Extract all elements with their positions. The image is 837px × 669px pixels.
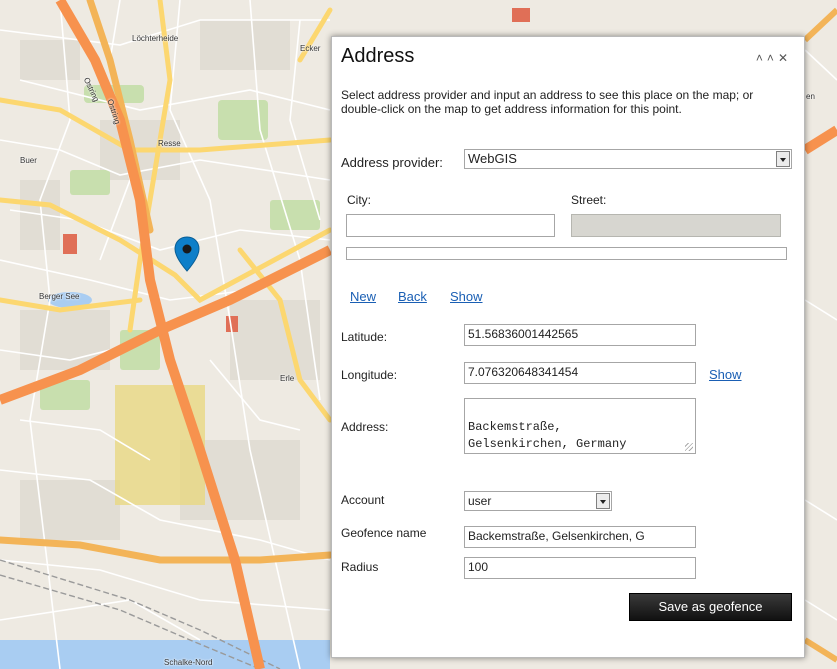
- address-value: Backemstraße, Gelsenkirchen, Germany: [468, 420, 627, 451]
- new-link[interactable]: New: [350, 289, 376, 304]
- address-dialog: Address ˄˄✕ Select address provider and …: [331, 36, 805, 658]
- dropdown-arrow-icon[interactable]: [596, 493, 610, 509]
- provider-label: Address provider:: [341, 155, 443, 170]
- map-label-berger-see: Berger See: [39, 292, 80, 301]
- dialog-title: Address: [341, 45, 415, 67]
- dropdown-arrow-icon[interactable]: [776, 151, 790, 167]
- provider-value: WebGIS: [468, 151, 517, 166]
- map-label-resse: Resse: [158, 139, 181, 148]
- save-geofence-button[interactable]: Save as geofence: [629, 593, 792, 621]
- radius-label: Radius: [341, 560, 379, 574]
- latitude-label: Latitude:: [341, 330, 388, 344]
- latitude-input[interactable]: 51.56836001442565: [464, 324, 696, 346]
- city-label: City:: [347, 193, 371, 207]
- longitude-show-link[interactable]: Show: [709, 367, 742, 382]
- map-label-buer: Buer: [20, 156, 37, 165]
- dialog-controls: ˄˄✕: [756, 51, 792, 65]
- geofence-name-input[interactable]: Backemstraße, Gelsenkirchen, G: [464, 526, 696, 548]
- provider-select[interactable]: WebGIS: [464, 149, 792, 169]
- account-label: Account: [341, 493, 385, 507]
- account-value: user: [468, 494, 492, 508]
- street-input: [571, 214, 781, 237]
- double-chevron-up-icon[interactable]: ˄˄: [756, 51, 778, 65]
- address-label: Address:: [341, 420, 389, 434]
- address-textarea[interactable]: Backemstraße, Gelsenkirchen, Germany: [464, 398, 696, 454]
- radius-input[interactable]: 100: [464, 557, 696, 579]
- address-suggestions-list[interactable]: [346, 247, 787, 260]
- city-input[interactable]: [346, 214, 555, 237]
- map-label-lochterheide: Löchterheide: [132, 34, 179, 43]
- map-label-right-edge: en: [806, 92, 815, 101]
- map-label-bottom: Schalke-Nord: [164, 658, 213, 667]
- longitude-input[interactable]: 7.076320648341454: [464, 362, 696, 384]
- dialog-description: Select address provider and input an add…: [341, 88, 754, 116]
- account-select[interactable]: user: [464, 491, 612, 511]
- location-marker-icon[interactable]: [174, 236, 200, 272]
- resize-grip-icon[interactable]: [685, 443, 693, 451]
- back-link[interactable]: Back: [398, 289, 427, 304]
- street-label: Street:: [571, 193, 607, 207]
- map-label-ecker: Ecker: [300, 44, 321, 53]
- map-label-erle: Erle: [280, 374, 295, 383]
- show-link[interactable]: Show: [450, 289, 483, 304]
- geofence-name-label: Geofence name: [341, 526, 427, 540]
- close-icon[interactable]: ✕: [778, 51, 792, 65]
- longitude-label: Longitude:: [341, 368, 398, 382]
